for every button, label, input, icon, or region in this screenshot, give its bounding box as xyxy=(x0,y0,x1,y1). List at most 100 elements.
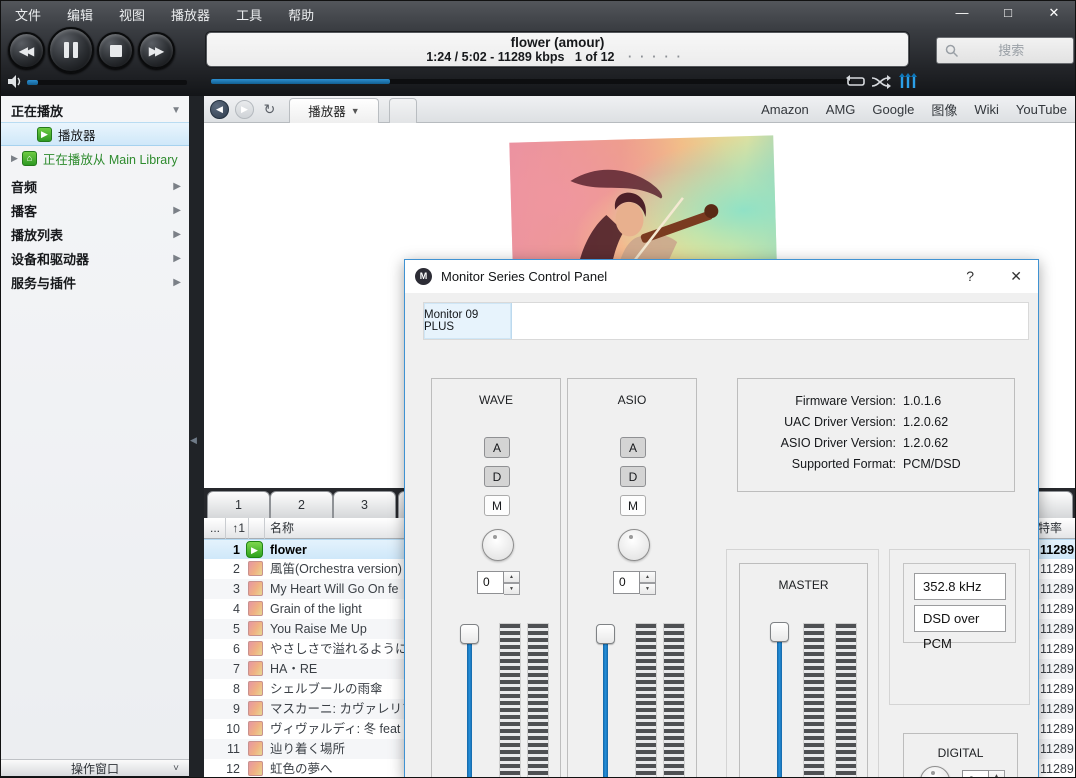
track-thumbnail xyxy=(248,701,263,716)
sidebar-item-playing-from-library[interactable]: ▶ ⌂ 正在播放从 Main Library xyxy=(1,146,189,170)
wave-fader-track[interactable] xyxy=(467,631,472,778)
previous-button[interactable]: ◀◀ xyxy=(8,32,45,69)
track-title: Grain of the light xyxy=(270,599,362,619)
view-tab-new[interactable] xyxy=(389,98,417,123)
asio-knob[interactable] xyxy=(618,529,650,561)
repeat-icon[interactable] xyxy=(846,75,866,89)
speaker-icon[interactable] xyxy=(7,75,23,88)
firmware-info-group: Firmware Version:1.0.1.6 UAC Driver Vers… xyxy=(737,378,1015,492)
device-tab-monitor-09-plus[interactable]: Monitor 09 PLUS xyxy=(424,303,512,339)
back-button[interactable]: ◀ xyxy=(210,100,229,119)
column-bitrate[interactable]: 比特率 xyxy=(1033,518,1076,539)
sidebar-section-playing-now[interactable]: 正在播放▼ xyxy=(1,98,189,122)
dialog-close-button[interactable]: ✕ xyxy=(1010,268,1022,285)
search-input[interactable] xyxy=(958,43,1065,58)
sidebar-section-playlists[interactable]: 播放列表▶ xyxy=(1,222,189,246)
fast-forward-icon: ▶▶ xyxy=(149,44,164,58)
rating-dots[interactable]: ····· xyxy=(628,50,689,64)
track-thumbnail xyxy=(248,601,263,616)
spin-up-icon[interactable]: ▲ xyxy=(640,571,656,583)
wave-knob[interactable] xyxy=(482,529,514,561)
chevron-right-icon[interactable]: ▶ xyxy=(11,153,18,164)
sidebar-section-services-plugins[interactable]: 服务与插件▶ xyxy=(1,270,189,294)
menu-player[interactable]: 播放器 xyxy=(171,5,210,24)
track-bitrate: 11289 xyxy=(1040,739,1076,759)
track-number: 5 xyxy=(204,619,240,639)
dialog-titlebar[interactable]: M Monitor Series Control Panel xyxy=(405,260,1038,293)
asio-fader-handle[interactable] xyxy=(596,624,615,644)
track-thumbnail xyxy=(248,741,263,756)
wave-value-field[interactable]: 0 xyxy=(477,571,504,594)
splitter-collapse-handle[interactable]: ◀ xyxy=(190,433,199,447)
wave-d-button[interactable]: D xyxy=(484,466,510,487)
wave-label: WAVE xyxy=(432,393,560,407)
action-window-bar[interactable]: 操作窗口 ˅ xyxy=(1,759,189,776)
asio-fader-track[interactable] xyxy=(603,631,608,778)
close-button[interactable]: ✕ xyxy=(1031,1,1076,27)
track-title: シェルブールの雨傘 xyxy=(270,679,383,699)
refresh-icon[interactable]: ↻ xyxy=(260,100,279,119)
menu-tools[interactable]: 工具 xyxy=(236,5,262,24)
now-playing-display[interactable]: flower (amour) 1:24 / 5:02 - 11289 kbps … xyxy=(206,32,909,67)
playlist-tab-2[interactable]: 2 xyxy=(270,491,333,518)
asio-a-button[interactable]: A xyxy=(620,437,646,458)
spin-down-icon[interactable]: ▼ xyxy=(504,583,520,595)
sidebar-section-podcasts[interactable]: 播客▶ xyxy=(1,198,189,222)
dialog-help-button[interactable]: ? xyxy=(966,268,974,284)
link-images[interactable]: 图像 xyxy=(931,100,957,119)
spin-up-icon[interactable]: ▲ xyxy=(989,770,1005,778)
rewind-icon: ◀◀ xyxy=(19,44,34,58)
wave-m-button[interactable]: M xyxy=(484,495,510,516)
stop-button[interactable] xyxy=(97,32,134,69)
menu-help[interactable]: 帮助 xyxy=(288,5,314,24)
next-button[interactable]: ▶▶ xyxy=(138,32,175,69)
link-youtube[interactable]: YouTube xyxy=(1016,102,1067,117)
minimize-button[interactable]: — xyxy=(939,1,985,27)
menu-edit[interactable]: 编辑 xyxy=(67,5,93,24)
playlist-tab-1[interactable]: 1 xyxy=(207,491,270,518)
menu-view[interactable]: 视图 xyxy=(119,5,145,24)
pause-button[interactable] xyxy=(48,27,94,73)
digital-value-field[interactable]: 0 xyxy=(962,770,989,778)
shuffle-icon[interactable] xyxy=(871,75,891,89)
track-title: You Raise Me Up xyxy=(270,619,367,639)
asio-m-button[interactable]: M xyxy=(620,495,646,516)
track-number: 12 xyxy=(204,759,240,778)
link-amg[interactable]: AMG xyxy=(826,102,856,117)
link-google[interactable]: Google xyxy=(872,102,914,117)
digital-knob[interactable] xyxy=(920,766,950,778)
column-icon[interactable] xyxy=(249,518,265,539)
web-links: Amazon AMG Google 图像 Wiki YouTube xyxy=(761,96,1067,123)
sidebar-section-audio[interactable]: 音频▶ xyxy=(1,174,189,198)
asio-value-field[interactable]: 0 xyxy=(613,571,640,594)
playlist-tab-3[interactable]: 3 xyxy=(333,491,396,518)
asio-d-button[interactable]: D xyxy=(620,466,646,487)
master-label: MASTER xyxy=(740,578,867,592)
link-amazon[interactable]: Amazon xyxy=(761,102,809,117)
sidebar-item-player[interactable]: ▶ 播放器 xyxy=(1,122,189,146)
spin-down-icon[interactable]: ▼ xyxy=(640,583,656,595)
dsp-studio-icon[interactable] xyxy=(899,73,917,90)
spin-up-icon[interactable]: ▲ xyxy=(504,571,520,583)
wave-channel-group: WAVE A D M 0 ▲▼ xyxy=(431,378,561,778)
master-fader-handle[interactable] xyxy=(770,622,789,642)
wave-meter-left xyxy=(499,623,521,778)
link-wiki[interactable]: Wiki xyxy=(974,102,999,117)
search-icon xyxy=(945,44,958,58)
master-fader-track[interactable] xyxy=(777,630,782,778)
view-tab-player[interactable]: 播放器▼ xyxy=(289,98,379,123)
menu-file[interactable]: 文件 xyxy=(15,5,41,24)
wave-fader-handle[interactable] xyxy=(460,624,479,644)
volume-slider[interactable] xyxy=(27,80,187,85)
forward-button[interactable]: ▶ xyxy=(235,100,254,119)
seek-fill xyxy=(211,79,390,84)
wave-meter-right xyxy=(527,623,549,778)
sidebar-section-devices-drives[interactable]: 设备和驱动器▶ xyxy=(1,246,189,270)
maximize-button[interactable]: □ xyxy=(985,1,1031,27)
format-mode-field: DSD over PCM xyxy=(914,605,1006,632)
wave-a-button[interactable]: A xyxy=(484,437,510,458)
column-menu[interactable]: ... xyxy=(204,518,226,539)
seek-bar[interactable] xyxy=(211,79,851,84)
track-number: 6 xyxy=(204,639,240,659)
column-sort[interactable]: ↑1 xyxy=(226,518,249,539)
